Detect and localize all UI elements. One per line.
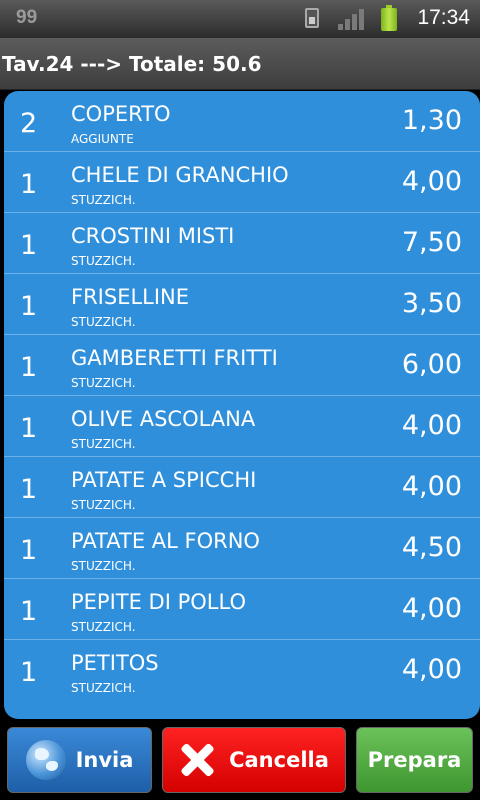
item-quantity: 1 [20,535,38,566]
battery-icon [381,5,397,31]
list-item[interactable]: 1 CHELE DI GRANCHIO STUZZICH. 4,00 [4,152,480,213]
item-quantity: 1 [20,169,38,200]
list-item[interactable]: 1 CROSTINI MISTI STUZZICH. 7,50 [4,213,480,274]
list-item[interactable]: 1 PATATE AL FORNO STUZZICH. 4,50 [4,518,480,579]
item-quantity: 1 [20,413,38,444]
cancella-button[interactable]: Cancella [162,727,346,793]
item-category: STUZZICH. [71,437,136,451]
item-price: 4,00 [401,654,462,685]
item-category: STUZZICH. [71,559,136,573]
item-name: PATATE A SPICCHI [71,468,257,492]
list-item[interactable]: 1 GAMBERETTI FRITTI STUZZICH. 6,00 [4,335,480,396]
item-price: 7,50 [401,227,462,258]
list-item[interactable]: 1 PATATE A SPICCHI STUZZICH. 4,00 [4,457,480,518]
notification-count: 99 [16,7,38,28]
item-name: OLIVE ASCOLANA [71,407,256,431]
item-category: STUZZICH. [71,498,136,512]
signal-icon [338,8,366,30]
item-price: 1,30 [401,105,462,136]
item-price: 3,50 [401,288,462,319]
item-name: PEPITE DI POLLO [71,590,246,614]
item-name: CROSTINI MISTI [71,224,235,248]
close-icon [179,742,215,778]
cancella-label: Cancella [229,748,329,772]
item-name: PETITOS [71,651,159,675]
item-price: 6,00 [401,349,462,380]
item-price: 4,00 [401,471,462,502]
item-category: STUZZICH. [71,315,136,329]
item-price: 4,00 [401,593,462,624]
item-quantity: 1 [20,230,38,261]
item-name: GAMBERETTI FRITTI [71,346,278,370]
invia-button[interactable]: Invia [7,727,152,793]
item-price: 4,00 [401,410,462,441]
order-list[interactable]: 2 COPERTO AGGIUNTE 1,30 1 CHELE DI GRANC… [4,91,480,719]
item-category: STUZZICH. [71,193,136,207]
list-item[interactable]: 2 COPERTO AGGIUNTE 1,30 [4,91,480,152]
item-quantity: 2 [20,108,38,139]
item-quantity: 1 [20,657,38,688]
list-item[interactable]: 1 OLIVE ASCOLANA STUZZICH. 4,00 [4,396,480,457]
item-name: COPERTO [71,102,171,126]
prepara-label: Prepara [367,748,462,772]
invia-label: Invia [75,748,134,772]
globe-icon [25,740,66,780]
item-name: FRISELLINE [71,285,190,309]
list-item[interactable]: 1 FRISELLINE STUZZICH. 3,50 [4,274,480,335]
sim-card-icon [305,8,319,28]
item-category: STUZZICH. [71,254,136,268]
item-name: CHELE DI GRANCHIO [71,163,289,187]
item-quantity: 1 [20,474,38,505]
item-price: 4,00 [401,166,462,197]
list-item[interactable]: 1 PETITOS STUZZICH. 4,00 [4,640,480,701]
item-price: 4,50 [401,532,462,563]
item-category: AGGIUNTE [71,132,134,146]
item-quantity: 1 [20,291,38,322]
item-quantity: 1 [20,352,38,383]
item-category: STUZZICH. [71,620,136,634]
status-bar: 99 17:34 [0,0,480,38]
item-quantity: 1 [20,596,38,627]
prepara-button[interactable]: Prepara [356,727,473,793]
title-bar: Tav.24 ---> Totale: 50.6 [0,38,480,90]
page-title: Tav.24 ---> Totale: 50.6 [2,52,262,76]
item-category: STUZZICH. [71,376,136,390]
clock: 17:34 [417,6,470,29]
item-name: PATATE AL FORNO [71,529,260,553]
item-category: STUZZICH. [71,681,136,695]
list-item[interactable]: 1 PEPITE DI POLLO STUZZICH. 4,00 [4,579,480,640]
